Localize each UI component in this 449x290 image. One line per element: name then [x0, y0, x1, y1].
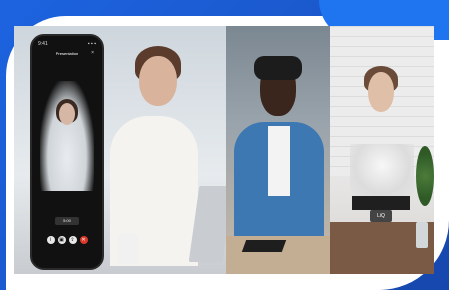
- close-icon[interactable]: ×: [91, 50, 94, 56]
- preview-head: [59, 103, 75, 125]
- info-icon[interactable]: i: [46, 236, 55, 244]
- call-duration: 5:00: [55, 217, 79, 225]
- share-icon[interactable]: ⇪: [68, 236, 77, 244]
- man-shirt: [268, 126, 290, 196]
- plant: [416, 146, 434, 206]
- mug: [118, 234, 138, 264]
- hero-image-collage: 9:41 ▪ ▪ ▪ Presentation × 5:00 i ▣ ⇪ ✕ L…: [14, 26, 434, 274]
- tablet: [241, 240, 287, 252]
- woman-head: [139, 56, 177, 106]
- end-call-icon[interactable]: ✕: [79, 236, 88, 244]
- water-glass: [416, 222, 428, 248]
- phone-status-bar: 9:41 ▪ ▪ ▪: [38, 41, 96, 49]
- status-time: 9:41: [38, 41, 48, 47]
- camera-icon[interactable]: ▣: [57, 236, 66, 244]
- hologram-body: [350, 144, 414, 198]
- status-icons: ▪ ▪ ▪: [87, 41, 96, 47]
- stand-label: LiQ: [370, 210, 392, 222]
- hologram-head: [368, 72, 394, 112]
- headset-icon: [254, 56, 302, 80]
- hologram-stand: [352, 196, 410, 210]
- panel-man-with-headset: [226, 26, 330, 274]
- phone-mockup: 9:41 ▪ ▪ ▪ Presentation × 5:00 i ▣ ⇪ ✕: [30, 34, 104, 270]
- phone-hologram-preview: [40, 81, 94, 191]
- panel-hologram-stand: LiQ: [330, 26, 434, 274]
- panel-phone-and-laptop: 9:41 ▪ ▪ ▪ Presentation × 5:00 i ▣ ⇪ ✕: [14, 26, 226, 274]
- call-controls: i ▣ ⇪ ✕: [32, 236, 102, 244]
